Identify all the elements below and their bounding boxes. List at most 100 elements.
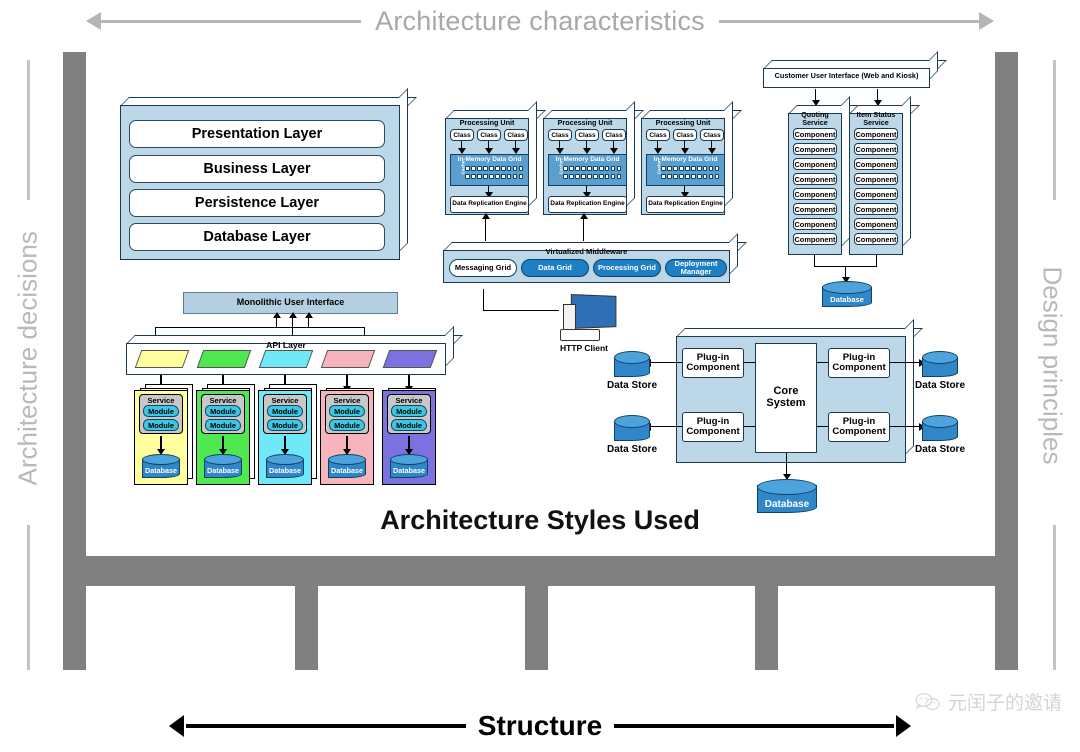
item-status-service-label: Item Status Service xyxy=(856,110,896,127)
svc1-db-label: Database xyxy=(145,466,177,475)
layer-persistence[interactable]: Persistence Layer xyxy=(129,189,385,217)
item-status-component-4-label: Component xyxy=(855,174,897,184)
plugin-component-3[interactable]: Plug-in Component xyxy=(828,348,890,378)
arrow-head-bottom-right-icon xyxy=(896,715,912,737)
data-store-3 xyxy=(922,351,958,377)
service-card-5-module-1-label: Module xyxy=(396,406,422,416)
data-store-1 xyxy=(614,351,650,377)
api-endpoint-1[interactable] xyxy=(134,350,190,368)
quoting-component-7: Component xyxy=(793,218,837,230)
arrow-head-right-icon xyxy=(978,12,994,30)
quoting-component-4: Component xyxy=(793,173,837,185)
layer-presentation-label: Presentation Layer xyxy=(191,126,323,142)
frame-beam-horizontal xyxy=(63,556,1018,586)
api-layer-label: API Layer xyxy=(266,340,306,350)
left-axis-line-bottom xyxy=(27,525,30,670)
middleware-messaging-grid-label: Messaging Grid xyxy=(454,263,512,273)
svc4-db-cap xyxy=(328,454,366,465)
pu1-class-2-label: Class xyxy=(480,131,498,139)
service-card-2-title: Service xyxy=(209,396,237,405)
service-card-2-module-2: Module xyxy=(205,419,241,431)
layer-database[interactable]: Database Layer xyxy=(129,223,385,251)
api-endpoint-3[interactable] xyxy=(258,350,314,368)
data-store-2-label: Data Store xyxy=(606,444,657,455)
plugin-component-4[interactable]: Plug-in Component xyxy=(828,412,890,442)
service-card-3-module-2: Module xyxy=(267,419,303,431)
layer-presentation[interactable]: Presentation Layer xyxy=(129,120,385,148)
top-arrow-right xyxy=(718,12,994,30)
frame-pillar-inner-1 xyxy=(295,586,318,670)
service-card-5-module-2: Module xyxy=(391,419,427,431)
pu3-class-2-label: Class xyxy=(676,131,694,139)
pu2-class-3-label: Class xyxy=(605,131,623,139)
plugin-component-2-label: Plug-in Component xyxy=(686,415,740,437)
api-endpoint-4[interactable] xyxy=(320,350,376,368)
pu3-class-1-label: Class xyxy=(649,131,667,139)
pu3-class-1: Class xyxy=(646,129,670,141)
monolithic-ui-label: Monolithic User Interface xyxy=(236,297,345,308)
plugin-component-4-label: Plug-in Component xyxy=(832,415,886,437)
service-card-4-module-1: Module xyxy=(329,405,365,417)
plugin-datastore-line-4 xyxy=(890,426,920,428)
item-status-component-6: Component xyxy=(854,203,898,215)
pu2-class-1: Class xyxy=(548,129,572,141)
item-status-component-7-label: Component xyxy=(855,219,897,229)
pu3-class-2: Class xyxy=(673,129,697,141)
middleware-title: Virtualized Middleware xyxy=(545,247,628,256)
pu1-class-2: Class xyxy=(477,129,501,141)
architecture-decisions-label: Architecture decisions xyxy=(12,231,43,486)
pu1-in-memory-data-grid: In-Memory Data Grid Cache xyxy=(450,154,529,186)
service-card-5-module-2-label: Module xyxy=(396,420,422,430)
microkernel-core-system[interactable]: Core System xyxy=(755,343,817,453)
middleware-deployment-manager[interactable]: Deployment Manager xyxy=(665,259,727,277)
pu2-class-2-label: Class xyxy=(578,131,596,139)
middleware-data-grid[interactable]: Data Grid xyxy=(521,259,589,277)
service-card-1-title: Service xyxy=(147,396,175,405)
service-card-1-module-1: Module xyxy=(143,405,179,417)
item-status-component-5: Component xyxy=(854,188,898,200)
item-status-component-1-label: Component xyxy=(855,129,897,139)
plugin-component-2[interactable]: Plug-in Component xyxy=(682,412,744,442)
api-endpoint-5[interactable] xyxy=(382,350,438,368)
service-card-3-module-2-label: Module xyxy=(272,420,298,430)
svc1-db-cap xyxy=(142,454,180,465)
pu2-cache-row-2 xyxy=(563,174,622,179)
pu1-cache-row-2 xyxy=(465,174,524,179)
pu3-cache-row-2 xyxy=(661,174,720,179)
core-plugin-link-1 xyxy=(744,362,756,364)
svc5-db-label: Database xyxy=(393,466,425,475)
pu3-class-3: Class xyxy=(700,129,724,141)
pu1-data-replication-engine: Data Replication Engine xyxy=(450,196,529,213)
api-layer-side-face xyxy=(445,326,454,367)
api-endpoint-2[interactable] xyxy=(196,350,252,368)
service-card-2-db-link xyxy=(222,436,224,450)
pu3-data-replication-engine: Data Replication Engine xyxy=(646,196,725,213)
middleware-processing-grid-label: Processing Grid xyxy=(598,263,656,273)
cui-side-face xyxy=(929,51,938,80)
ui-api-arrow-3 xyxy=(305,312,313,318)
diagram-canvas: Architecture characteristics Architectur… xyxy=(0,0,1080,752)
quoting-component-8: Component xyxy=(793,233,837,245)
middleware-data-grid-label: Data Grid xyxy=(538,263,572,273)
wechat-logo-icon xyxy=(915,692,941,712)
client-connector-horizontal xyxy=(483,289,485,311)
ui-api-arrow-2 xyxy=(289,312,297,318)
pu3-class-3-label: Class xyxy=(703,131,721,139)
middleware-messaging-grid[interactable]: Messaging Grid xyxy=(449,259,517,277)
service-card-4-db-link xyxy=(346,436,348,450)
middleware-processing-grid[interactable]: Processing Grid xyxy=(593,259,661,277)
data-store-3-cap xyxy=(922,351,958,364)
pu2-engine-label: Data Replication Engine xyxy=(550,200,625,208)
pu3-side-face xyxy=(724,101,733,207)
monolithic-user-interface[interactable]: Monolithic User Interface xyxy=(183,292,398,314)
layer-business[interactable]: Business Layer xyxy=(129,155,385,183)
pu2-title: Processing Unit xyxy=(557,118,613,127)
plugin-component-1[interactable]: Plug-in Component xyxy=(682,348,744,378)
quoting-component-4-label: Component xyxy=(794,174,836,184)
left-axis-line-top xyxy=(27,60,30,200)
data-store-2 xyxy=(614,415,650,441)
data-store-1-label: Data Store xyxy=(606,380,657,391)
bottom-arrow-left xyxy=(168,715,466,737)
core-system-label: Core System xyxy=(766,385,806,409)
http-client-stand-icon xyxy=(563,304,576,330)
